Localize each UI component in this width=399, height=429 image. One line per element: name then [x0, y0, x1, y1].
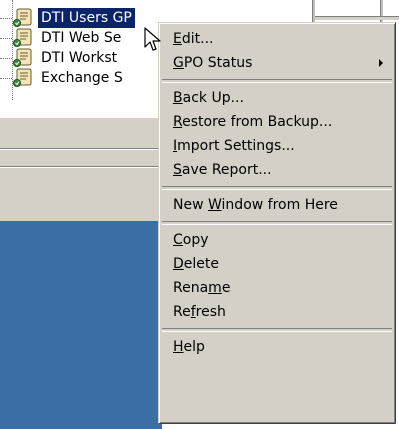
menu-item-label: resh [195, 304, 226, 320]
tree-connector [0, 38, 12, 40]
tree-pane: DTI Users GP DTI Web Se DTI Workst Excha… [0, 0, 162, 115]
gpo-scroll-icon [12, 68, 34, 88]
menu-item-mnemonic: S [173, 162, 182, 178]
panel-area [0, 168, 162, 221]
menu-item-label: Re [173, 304, 191, 320]
desktop-background [0, 221, 162, 429]
menu-item-label: opy [182, 232, 209, 248]
menu-item-label: dit... [181, 31, 214, 47]
menu-item-gpo-status[interactable]: GPO Status [162, 51, 392, 75]
menu-item-label: e [221, 280, 231, 296]
tree-item-label: Exchange S [41, 70, 123, 86]
menu-item-delete[interactable]: Delete [162, 252, 392, 276]
menu-item-help[interactable]: Help [162, 335, 392, 359]
menu-item-mnemonic: D [173, 256, 184, 272]
tree-connector [0, 78, 12, 80]
menu-item-import-settings[interactable]: Import Settings... [162, 134, 392, 158]
menu-item-mnemonic: C [173, 232, 183, 248]
menu-item-label: New [173, 197, 208, 213]
menu-item-edit[interactable]: Edit... [162, 27, 392, 51]
divider [0, 166, 162, 167]
context-menu: Edit... GPO Status Back Up... Restore from … [158, 22, 396, 424]
tree-item[interactable]: Exchange S [0, 68, 126, 88]
status-bar-area [0, 118, 162, 148]
menu-item-save-report[interactable]: Save Report... [162, 158, 392, 182]
menu-separator [162, 221, 392, 225]
menu-item-label: ack Up... [182, 90, 244, 106]
menu-item-refresh[interactable]: Refresh [162, 300, 392, 324]
tree-item[interactable]: DTI Users GP [0, 8, 135, 28]
menu-item-new-window-from-here[interactable]: New Window from Here [162, 193, 392, 217]
gpo-scroll-icon [12, 8, 34, 28]
menu-separator [162, 79, 392, 83]
mouse-cursor-icon [144, 27, 161, 51]
menu-item-mnemonic: H [173, 339, 184, 355]
tree-item[interactable]: DTI Web Se [0, 28, 124, 48]
pane-divider [315, 16, 399, 20]
tree-item-label: DTI Users GP [38, 8, 135, 28]
menu-separator [162, 186, 392, 190]
tree-item-label: DTI Web Se [41, 30, 122, 46]
menu-item-back-up[interactable]: Back Up... [162, 86, 392, 110]
tree-item-label: DTI Workst [41, 50, 118, 66]
menu-item-label: mport Settings... [177, 138, 295, 154]
menu-item-mnemonic: B [173, 90, 183, 106]
gpo-scroll-icon [12, 48, 34, 68]
menu-item-rename[interactable]: Rename [162, 276, 392, 300]
divider [0, 148, 162, 149]
tree-item[interactable]: DTI Workst [0, 48, 120, 68]
menu-item-label: ave Report... [181, 162, 272, 178]
menu-item-copy[interactable]: Copy [162, 228, 392, 252]
menu-item-label: elete [183, 256, 219, 272]
menu-item-restore-from-backup[interactable]: Restore from Backup... [162, 110, 392, 134]
tree-connector [0, 18, 12, 20]
tree-connector [0, 58, 12, 60]
menu-item-mnemonic: W [208, 197, 222, 213]
menu-item-label: Rena [173, 280, 209, 296]
menu-item-mnemonic: G [173, 55, 184, 71]
menu-item-label: PO Status [183, 55, 253, 71]
menu-item-label: indow from Here [221, 197, 338, 213]
submenu-arrow-icon [379, 59, 383, 67]
menu-item-mnemonic: R [173, 114, 183, 130]
menu-item-label: estore from Backup... [182, 114, 333, 130]
menu-item-mnemonic: m [208, 280, 222, 296]
menu-separator [162, 328, 392, 332]
menu-item-mnemonic: E [173, 31, 182, 47]
gpo-scroll-icon [12, 28, 34, 48]
menu-item-label: elp [183, 339, 205, 355]
status-bar-area [0, 150, 162, 166]
